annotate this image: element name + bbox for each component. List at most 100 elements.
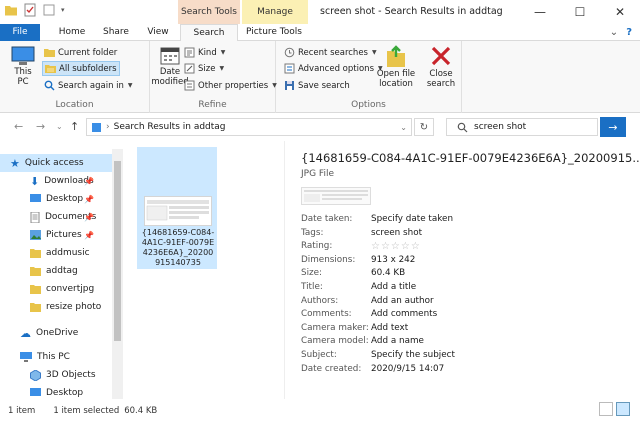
help-icon[interactable]: ?	[626, 27, 632, 38]
property-value[interactable]: Add a title	[371, 281, 416, 295]
this-pc-button[interactable]: This PC	[8, 45, 38, 87]
minimize-button[interactable]: —	[520, 0, 560, 24]
maximize-button[interactable]: ☐	[560, 0, 600, 24]
save-search-button[interactable]: Save search	[282, 78, 352, 93]
properties-icon[interactable]	[23, 3, 37, 17]
property-row-camera-model[interactable]: Camera model: Add a name	[301, 335, 631, 349]
chevron-down-icon: ▼	[219, 65, 225, 72]
up-arrow-icon[interactable]: ↑	[70, 120, 79, 133]
pictures-icon	[30, 230, 41, 240]
refresh-button[interactable]: ↻	[414, 118, 434, 136]
property-value[interactable]: Add a name	[371, 335, 424, 349]
nav-item-pictures[interactable]: Pictures 📌	[0, 226, 112, 244]
property-value: 2020/9/15 14:07	[371, 363, 445, 374]
tab-search[interactable]: Search	[180, 24, 238, 42]
nav-3d-objects[interactable]: 3D Objects	[0, 366, 112, 384]
property-row-authors[interactable]: Authors: Add an author	[301, 295, 631, 309]
pin-icon[interactable]: 📌	[84, 213, 94, 222]
nav-quick-access[interactable]: ★ Quick access	[0, 154, 112, 172]
file-item[interactable]: {14681659-C084-4A1C-91EF-0079E4236E6A}_2…	[137, 147, 217, 269]
status-item-count: 1 item	[8, 406, 36, 416]
nav-item-addtag[interactable]: addtag	[0, 262, 112, 280]
property-row-comments[interactable]: Comments: Add comments	[301, 308, 631, 322]
pin-icon[interactable]: 📌	[84, 195, 94, 204]
tab-picture-tools[interactable]: Picture Tools	[242, 24, 306, 41]
nav-item-documents[interactable]: Documents 📌	[0, 208, 112, 226]
tab-share[interactable]: Share	[98, 24, 134, 41]
current-folder-label: Current folder	[58, 47, 118, 58]
new-folder-icon[interactable]	[42, 3, 56, 17]
nav-scrollbar[interactable]	[112, 149, 123, 399]
property-row-tags[interactable]: Tags: screen shot	[301, 227, 631, 241]
property-row-camera-maker[interactable]: Camera maker: Add text	[301, 322, 631, 336]
folder-icon[interactable]	[4, 3, 18, 17]
nav-desktop-label: Desktop	[46, 388, 84, 398]
ribbon-tabs: File Home Share View Search Picture Tool…	[0, 24, 640, 42]
kind-button[interactable]: Kind ▼	[182, 45, 227, 60]
forward-arrow-icon[interactable]: →	[36, 120, 45, 133]
large-icons-view-icon[interactable]	[616, 402, 630, 416]
close-search-button[interactable]: Close search	[424, 45, 458, 89]
recent-searches-label: Recent searches	[298, 47, 368, 58]
nav-item-label: addtag	[46, 266, 78, 276]
all-subfolders-button[interactable]: All subfolders	[42, 61, 120, 76]
address-bar[interactable]: › Search Results in addtag ⌄	[86, 118, 412, 136]
rating-stars[interactable]: ☆☆☆☆☆	[371, 240, 421, 254]
search-go-button[interactable]: →	[600, 117, 626, 137]
search-input[interactable]: screen shot	[446, 118, 598, 136]
nav-onedrive[interactable]: ☁ OneDrive	[0, 324, 112, 342]
property-value[interactable]: Add comments	[371, 308, 437, 322]
properties-list: Date taken: Specify date taken Tags: scree…	[301, 213, 631, 376]
size-label: Size	[198, 63, 216, 74]
nav-item-convertjpg[interactable]: convertjpg	[0, 280, 112, 298]
tab-home[interactable]: Home	[50, 24, 94, 41]
pin-icon[interactable]: 📌	[84, 231, 94, 240]
details-view-icon[interactable]	[599, 402, 613, 416]
nav-scrollbar-thumb[interactable]	[114, 161, 121, 341]
property-value[interactable]: Specify date taken	[371, 213, 453, 227]
property-row-size: Size: 60.4 KB	[301, 267, 631, 281]
quick-access-toolbar: ▾	[4, 3, 65, 17]
property-value[interactable]: Specify the subject	[371, 349, 455, 363]
this-pc-icon	[11, 46, 35, 65]
customize-toolbar-icon[interactable]: ▾	[61, 6, 65, 14]
current-folder-button[interactable]: Current folder	[42, 45, 119, 60]
recent-searches-button[interactable]: Recent searches ▼	[282, 45, 379, 60]
documents-icon	[30, 211, 40, 223]
property-row-date-taken[interactable]: Date taken: Specify date taken	[301, 213, 631, 227]
back-arrow-icon[interactable]: ←	[14, 120, 23, 133]
property-value[interactable]: Add text	[371, 322, 408, 336]
options-group-label: Options	[351, 100, 386, 110]
nav-this-pc-label: This PC	[37, 352, 70, 362]
property-value[interactable]: Add an author	[371, 295, 434, 309]
property-row-subject[interactable]: Subject: Specify the subject	[301, 349, 631, 363]
nav-item-desktop[interactable]: Desktop 📌	[0, 190, 112, 208]
open-file-location-button[interactable]: Open file location	[374, 45, 418, 89]
open-file-location-label: Open file location	[376, 69, 416, 89]
property-row-rating[interactable]: Rating: ☆☆☆☆☆	[301, 240, 631, 254]
search-again-button[interactable]: Search again in ▼	[42, 78, 135, 93]
size-button[interactable]: Size ▼	[182, 61, 226, 76]
kind-icon	[184, 47, 195, 58]
nav-onedrive-label: OneDrive	[36, 328, 79, 338]
nav-this-pc[interactable]: This PC	[0, 348, 112, 366]
address-dropdown-icon[interactable]: ⌄	[400, 123, 407, 132]
pin-icon[interactable]: 📌	[84, 177, 94, 186]
close-window-button[interactable]: ✕	[600, 0, 640, 24]
property-value[interactable]: screen shot	[371, 227, 422, 241]
tab-file[interactable]: File	[0, 24, 40, 41]
nav-item-resize-photo[interactable]: resize photo	[0, 298, 112, 316]
this-pc-icon	[20, 352, 32, 362]
advanced-options-button[interactable]: Advanced options ▼	[282, 61, 385, 76]
desktop-icon	[30, 388, 41, 396]
nav-item-downloads[interactable]: ⬇ Downloads 📌	[0, 172, 112, 190]
property-row-title[interactable]: Title: Add a title	[301, 281, 631, 295]
other-properties-button[interactable]: Other properties ▼	[182, 78, 279, 93]
search-icon	[44, 80, 55, 91]
nav-item-addmusic[interactable]: addmusic	[0, 244, 112, 262]
recent-locations-chevron-icon[interactable]: ⌄	[56, 122, 63, 131]
window-controls: — ☐ ✕	[520, 0, 640, 24]
search-tools-context-label: Search Tools	[178, 0, 240, 24]
tab-view[interactable]: View	[140, 24, 176, 41]
collapse-ribbon-icon[interactable]: ⌄	[610, 27, 618, 38]
